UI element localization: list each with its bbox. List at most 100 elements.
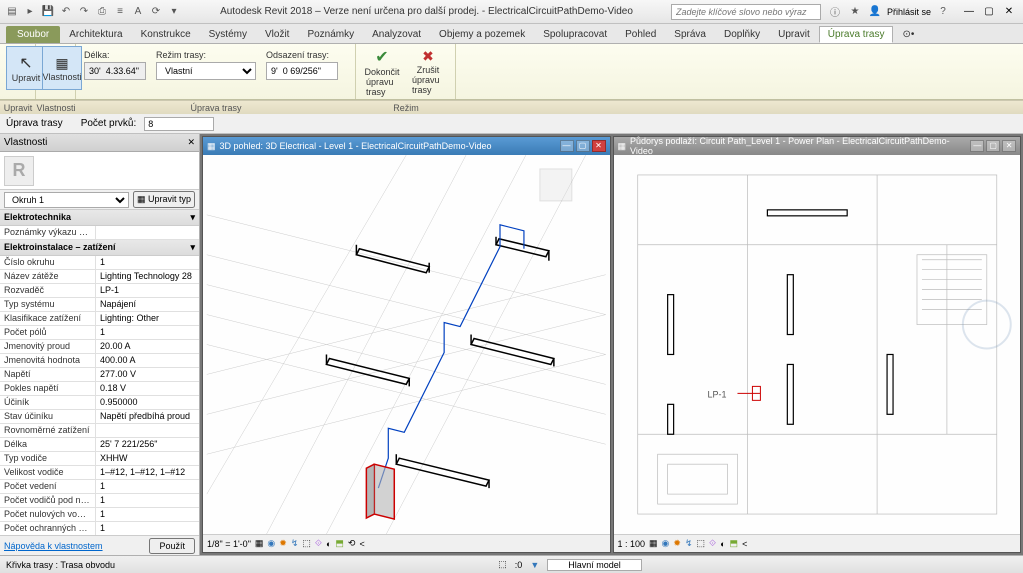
vc-icon[interactable]: ⟐ <box>709 538 716 549</box>
scale-plan[interactable]: 1 : 100 <box>618 539 646 549</box>
pin-icon[interactable]: ✕ <box>187 137 195 148</box>
prop-row[interactable]: Rovnoměrné zatížení <box>0 424 199 438</box>
view-plan-canvas[interactable]: LP-1 <box>614 155 1021 534</box>
zrusit-button[interactable]: ✖ Zrušit úpravu trasy <box>408 50 448 94</box>
prop-row[interactable]: Počet nulových vodičů1 <box>0 508 199 522</box>
settings-icon[interactable]: ▾ <box>166 4 182 20</box>
prop-row[interactable]: Pokles napětí0.18 V <box>0 382 199 396</box>
prop-row[interactable]: Typ systémuNapájení <box>0 298 199 312</box>
minimize-button[interactable]: — <box>959 4 979 20</box>
vc-icon[interactable]: ↯ <box>291 538 299 549</box>
tab-architektura[interactable]: Architektura <box>60 26 131 43</box>
tab-doplnky[interactable]: Doplňky <box>715 26 769 43</box>
prop-row[interactable]: Klasifikace zatíženíLighting: Other <box>0 312 199 326</box>
text-icon[interactable]: A <box>130 4 146 20</box>
vc-icon[interactable]: ◐ <box>720 539 725 549</box>
vc-icon[interactable]: < <box>359 539 364 549</box>
prop-row[interactable]: RozvaděčLP-1 <box>0 284 199 298</box>
prop-row[interactable]: Počet pólů1 <box>0 326 199 340</box>
prop-row[interactable]: Jmenovitá hodnota400.00 A <box>0 354 199 368</box>
view-close-button[interactable]: ✕ <box>592 140 606 152</box>
view-max-button[interactable]: ▢ <box>986 140 1000 152</box>
star-icon[interactable]: ★ <box>847 4 863 20</box>
prop-row[interactable]: Počet vedení1 <box>0 480 199 494</box>
view-3d-titlebar[interactable]: ▦ 3D pohled: 3D Electrical - Level 1 - E… <box>203 137 610 155</box>
prop-row[interactable]: Délka25' 7 221/256" <box>0 438 199 452</box>
prop-row[interactable]: Počet ochranných vodičů1 <box>0 522 199 535</box>
tab-vlozit[interactable]: Vložit <box>256 26 298 43</box>
prop-row[interactable]: Číslo okruhu1 <box>0 256 199 270</box>
scale-3d[interactable]: 1/8" = 1'-0" <box>207 539 251 549</box>
vc-icon[interactable]: ▦ <box>255 538 264 549</box>
prop-row[interactable]: Typ vodičeXHHW <box>0 452 199 466</box>
vc-icon[interactable]: ⬒ <box>730 538 739 549</box>
vc-icon[interactable]: ⟲ <box>348 538 356 549</box>
properties-help-link[interactable]: Nápověda k vlastnostem <box>4 541 103 551</box>
properties-grid[interactable]: Elektrotechnika▾Poznámky výkazu okruhuEl… <box>0 210 199 535</box>
save-icon[interactable]: 💾 <box>40 4 56 20</box>
home-icon[interactable]: ▤ <box>4 4 20 20</box>
vc-icon[interactable]: ◉ <box>267 538 275 549</box>
prop-row[interactable]: Účiník0.950000 <box>0 396 199 410</box>
user-icon[interactable]: 👤 <box>867 4 883 20</box>
prop-row[interactable]: Počet vodičů pod napětím1 <box>0 494 199 508</box>
close-button[interactable]: ✕ <box>999 4 1019 20</box>
edit-type-button[interactable]: ▦ Upravit typ <box>133 191 195 208</box>
vc-icon[interactable]: ◉ <box>662 538 670 549</box>
view-plan-titlebar[interactable]: ▦ Půdorys podlaží: Circuit Path_Level 1 … <box>614 137 1021 155</box>
redo-icon[interactable]: ↷ <box>76 4 92 20</box>
vc-icon[interactable]: ⟐ <box>315 538 322 549</box>
prop-section-header[interactable]: Elektrotechnika▾ <box>0 210 199 226</box>
info-icon[interactable]: ⓘ <box>827 4 843 20</box>
vc-icon[interactable]: ⬒ <box>335 538 344 549</box>
vc-icon[interactable]: < <box>742 539 747 549</box>
tab-file[interactable]: Soubor <box>6 26 60 43</box>
prop-row[interactable]: Napětí277.00 V <box>0 368 199 382</box>
vc-icon[interactable]: ▦ <box>649 538 658 549</box>
sync-icon[interactable]: ⟳ <box>148 4 164 20</box>
pocet-field[interactable] <box>144 117 214 131</box>
tab-extra[interactable]: ⊙• <box>893 26 923 43</box>
prop-section-header[interactable]: Elektroinstalace – zatížení▾ <box>0 240 199 256</box>
vc-icon[interactable]: ✹ <box>279 538 287 549</box>
help-icon[interactable]: ? <box>935 4 951 20</box>
prop-row[interactable]: Stav účiníkuNapětí předbíhá proud <box>0 410 199 424</box>
tab-poznamky[interactable]: Poznámky <box>298 26 363 43</box>
view-min-button[interactable]: — <box>970 140 984 152</box>
status-select-icon[interactable]: ⬚ <box>498 559 507 570</box>
vc-icon[interactable]: ⬚ <box>697 538 706 549</box>
tab-analyzovat[interactable]: Analyzovat <box>363 26 430 43</box>
view-3d-canvas[interactable] <box>203 155 610 534</box>
tab-systemy[interactable]: Systémy <box>200 26 256 43</box>
status-model[interactable]: Hlavní model <box>547 559 642 571</box>
dokoncit-button[interactable]: ✔ Dokončit úpravu trasy <box>362 50 402 94</box>
open-icon[interactable]: ▸ <box>22 4 38 20</box>
tab-spolupracovat[interactable]: Spolupracovat <box>534 26 616 43</box>
prop-row[interactable]: Velikost vodiče1–#12, 1–#12, 1–#12 <box>0 466 199 480</box>
search-input[interactable] <box>671 4 821 20</box>
tab-sprava[interactable]: Správa <box>665 26 715 43</box>
tab-pohled[interactable]: Pohled <box>616 26 665 43</box>
login-link[interactable]: Přihlásit se <box>887 7 931 17</box>
view-min-button[interactable]: — <box>560 140 574 152</box>
maximize-button[interactable]: ▢ <box>979 4 999 20</box>
print-icon[interactable]: ⎙ <box>94 4 110 20</box>
vc-icon[interactable]: ↯ <box>685 538 693 549</box>
prop-row[interactable]: Název zátěžeLighting Technology 28 <box>0 270 199 284</box>
prop-row[interactable]: Poznámky výkazu okruhu <box>0 226 199 240</box>
properties-header[interactable]: Vlastnosti ✕ <box>0 134 199 152</box>
tab-upravit[interactable]: Upravit <box>769 26 819 43</box>
status-filter-icon[interactable]: ▼ <box>530 560 539 570</box>
type-selector[interactable]: Okruh 1 <box>4 192 129 208</box>
tab-konstrukce[interactable]: Konstrukce <box>132 26 200 43</box>
tab-uprava-trasy[interactable]: Úprava trasy <box>819 26 894 43</box>
odsazeni-field[interactable] <box>266 62 338 80</box>
tab-objemy[interactable]: Objemy a pozemek <box>430 26 534 43</box>
view-close-button[interactable]: ✕ <box>1002 140 1016 152</box>
measure-icon[interactable]: ≡ <box>112 4 128 20</box>
vc-icon[interactable]: ⬚ <box>302 538 311 549</box>
view-max-button[interactable]: ▢ <box>576 140 590 152</box>
vc-icon[interactable]: ◐ <box>326 539 331 549</box>
rezim-select[interactable]: Vlastní <box>156 62 256 80</box>
vc-icon[interactable]: ✹ <box>673 538 681 549</box>
